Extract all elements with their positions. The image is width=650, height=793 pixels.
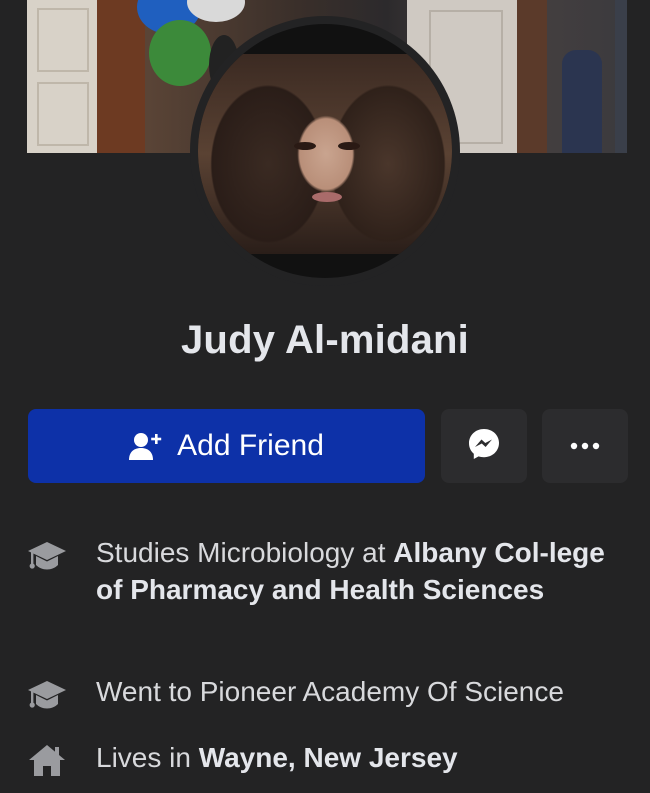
person-plus-icon xyxy=(129,431,163,461)
add-friend-label: Add Friend xyxy=(177,429,324,462)
graduation-cap-icon xyxy=(27,540,67,574)
home-icon xyxy=(27,743,67,777)
messenger-icon xyxy=(467,427,501,466)
profile-name: Judy Al-midani xyxy=(180,318,469,362)
lives-prefix: Lives in xyxy=(96,742,199,773)
studies-prefix: Studies Microbiology at xyxy=(96,537,394,568)
add-friend-button[interactable]: Add Friend xyxy=(28,409,425,483)
lives-place-link[interactable]: Wayne, New Jersey xyxy=(199,742,458,773)
message-button[interactable] xyxy=(441,409,527,483)
profile-picture[interactable] xyxy=(198,24,452,278)
profile-page: Judy Al-midani Add Friend Studies Microb… xyxy=(0,0,650,793)
more-dots-icon xyxy=(570,437,600,455)
graduation-cap-icon xyxy=(27,679,67,713)
more-button[interactable] xyxy=(542,409,628,483)
went-to-text: Went to Pioneer Academy Of Science xyxy=(96,676,564,707)
